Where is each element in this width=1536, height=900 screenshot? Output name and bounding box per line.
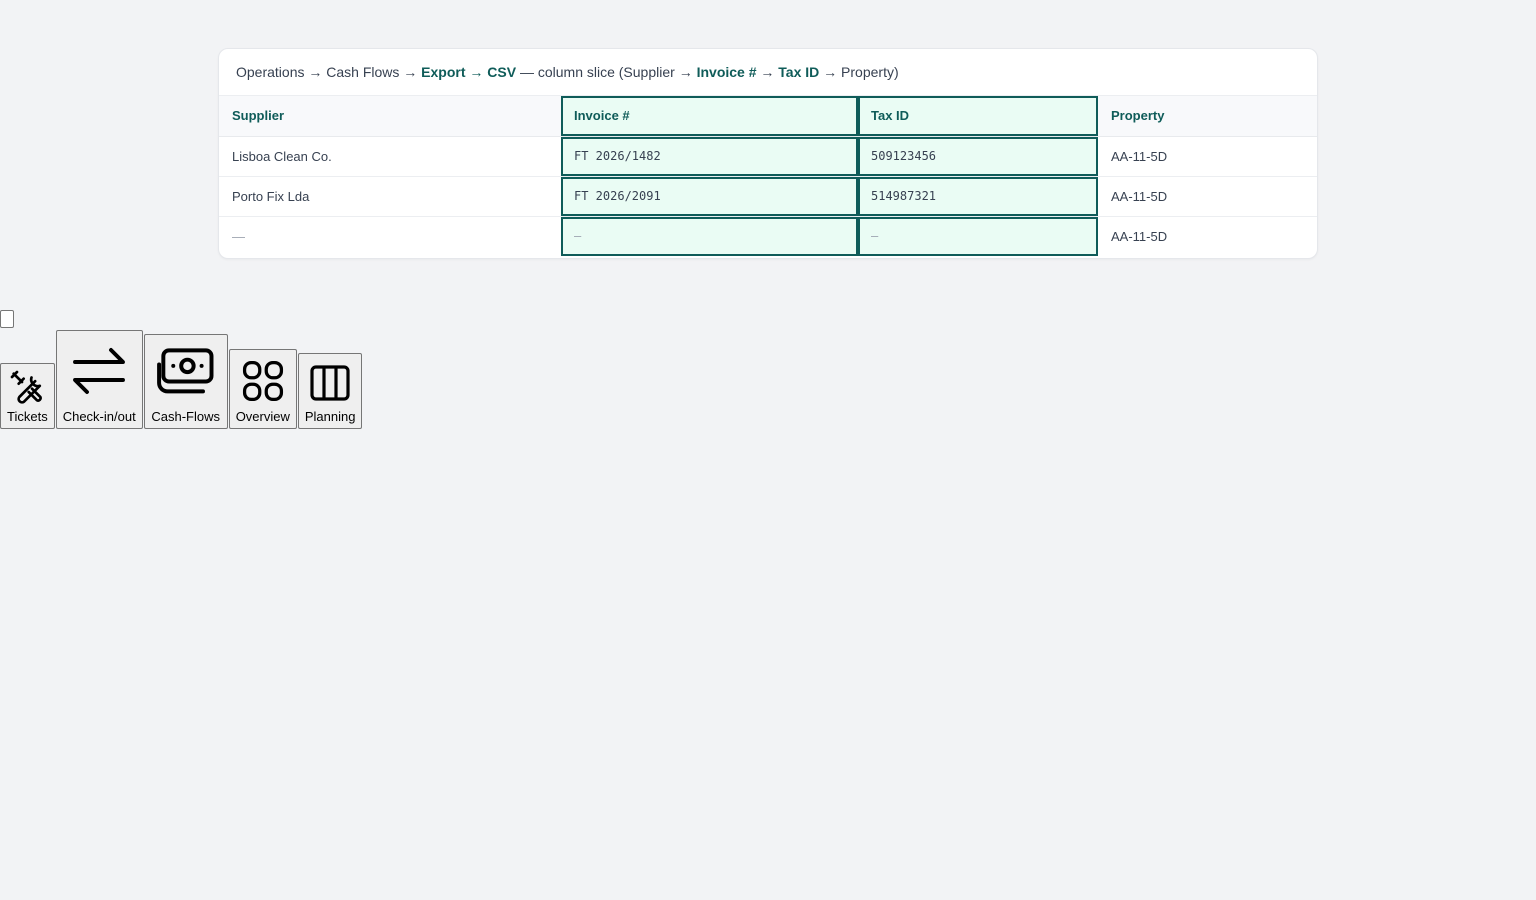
cell-invoice[interactable]: FT 2026/1482 — [561, 136, 858, 177]
breadcrumb-invoice-col: Invoice # — [696, 64, 757, 80]
dock-label: Overview — [235, 409, 290, 424]
cell-supplier[interactable]: Porto Fix Lda — [219, 176, 561, 217]
dock-label: Cash-Flows — [151, 409, 220, 424]
breadcrumb-slice-text: — column slice (Supplier → — [516, 64, 697, 80]
export-card: Operations → Cash Flows → Export → CSV —… — [218, 48, 1318, 259]
cell-supplier[interactable]: Lisboa Clean Co. — [219, 136, 561, 177]
table-row: Porto Fix Lda FT 2026/2091 514987321 AA-… — [219, 176, 1317, 217]
dock-button-check-in-out[interactable]: Check-in/out — [55, 330, 143, 429]
export-table: Supplier Invoice # Tax ID Property Lisbo… — [219, 96, 1317, 256]
cell-property[interactable]: AA-11-5D — [1098, 176, 1317, 217]
dock-button-cash-flows[interactable]: Cash-Flows — [143, 334, 228, 429]
toggle-checkbox[interactable] — [0, 310, 14, 328]
cash-icon — [156, 348, 214, 394]
columns-icon — [310, 365, 350, 401]
cell-tax-id[interactable]: 509123456 — [858, 136, 1098, 177]
bottom-dock: Tickets Check-in/out Cash-Flows Overview — [0, 330, 363, 429]
breadcrumb-path: Operations → Cash Flows → — [236, 64, 422, 80]
breadcrumb-tail: → Property) — [819, 64, 899, 80]
cell-property[interactable]: AA-11-5D — [1098, 136, 1317, 177]
dock-label: Planning — [304, 409, 356, 424]
header-supplier[interactable]: Supplier — [219, 96, 561, 137]
dock-label: Tickets — [7, 409, 48, 424]
cell-tax-id[interactable]: — — [858, 216, 1098, 256]
cell-property[interactable]: AA-11-5D — [1098, 216, 1317, 256]
tools-icon — [11, 370, 43, 404]
breadcrumb: Operations → Cash Flows → Export → CSV —… — [219, 49, 1317, 96]
table-header-row: Supplier Invoice # Tax ID Property — [219, 96, 1317, 137]
dock-button-planning[interactable]: Planning — [297, 353, 363, 429]
header-tax-id[interactable]: Tax ID — [858, 96, 1098, 137]
cell-invoice[interactable]: — — [561, 216, 858, 256]
grid-icon — [242, 360, 283, 402]
header-invoice[interactable]: Invoice # — [561, 96, 858, 137]
header-property[interactable]: Property — [1098, 96, 1317, 137]
cell-supplier[interactable]: — — [219, 216, 561, 256]
arrows-exchange-icon — [73, 348, 126, 394]
dock-button-overview[interactable]: Overview — [228, 349, 297, 429]
dock-label: Check-in/out — [62, 409, 136, 424]
breadcrumb-arrow: → — [756, 64, 779, 80]
cell-invoice[interactable]: FT 2026/2091 — [561, 176, 858, 217]
breadcrumb-taxid-col: Tax ID — [778, 64, 820, 80]
dock-button-tickets[interactable]: Tickets — [0, 363, 55, 429]
breadcrumb-export-csv: Export → CSV — [421, 64, 517, 80]
cell-tax-id[interactable]: 514987321 — [858, 176, 1098, 217]
table-row: — — — AA-11-5D — [219, 216, 1317, 256]
table-row: Lisboa Clean Co. FT 2026/1482 509123456 … — [219, 136, 1317, 177]
